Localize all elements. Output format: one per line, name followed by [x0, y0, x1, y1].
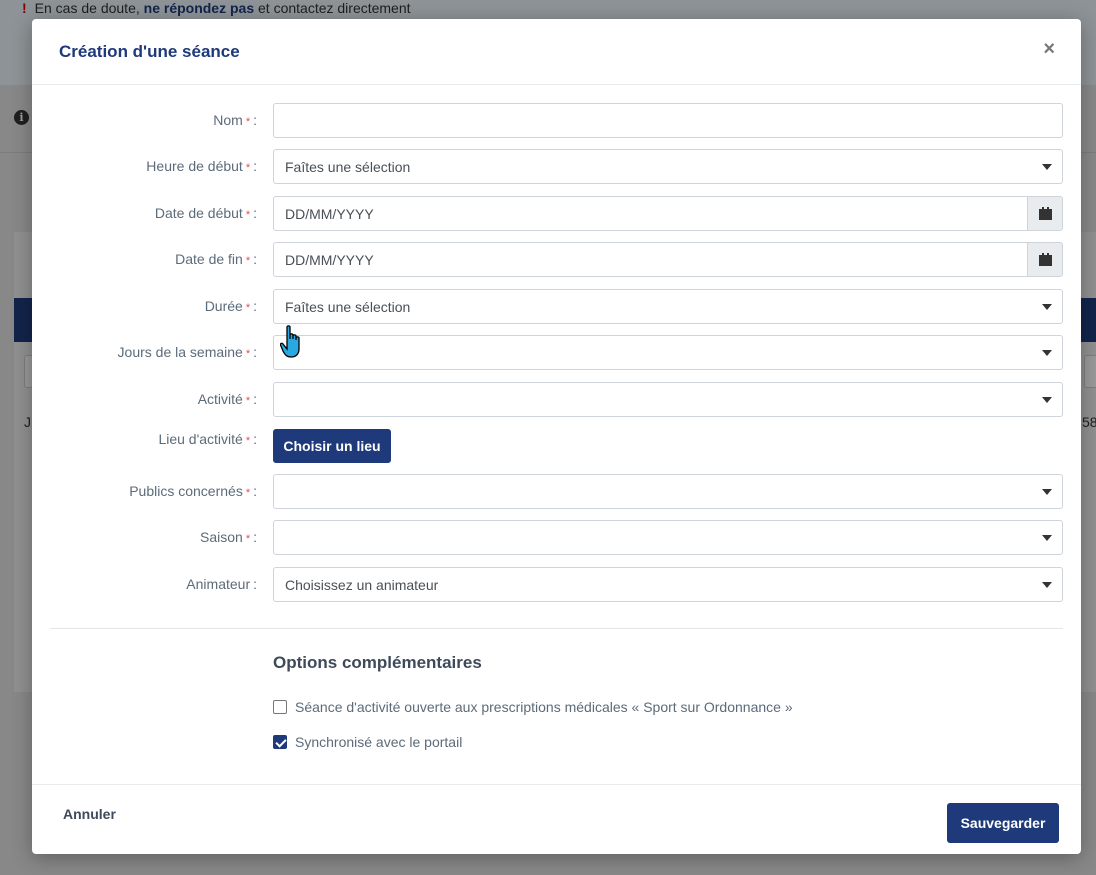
date-debut-placeholder: DD/MM/YYYY — [285, 206, 374, 222]
date-debut-input[interactable]: DD/MM/YYYY — [273, 196, 1028, 231]
form-row-heure-debut: Heure de début *: Faîtes une sélection — [32, 149, 1081, 184]
required-mark: * — [245, 435, 251, 447]
caret-down-icon — [1042, 350, 1052, 356]
save-button[interactable]: Sauvegarder — [947, 803, 1059, 843]
date-fin-input[interactable]: DD/MM/YYYY — [273, 242, 1028, 277]
required-mark: * — [245, 348, 251, 360]
field-label: Durée *: — [204, 298, 257, 314]
animateur-select[interactable]: Choisissez un animateur — [273, 567, 1063, 602]
choose-location-button[interactable]: Choisir un lieu — [273, 429, 391, 463]
calendar-icon — [1039, 207, 1052, 220]
label-text: Heure de début — [146, 158, 243, 174]
animateur-value: Choisissez un animateur — [285, 577, 439, 593]
field-label: Publics concernés *: — [129, 483, 257, 499]
form-row-duree: Durée *: Faîtes une sélection — [32, 289, 1081, 324]
sport-ordonnance-checkbox[interactable] — [273, 700, 287, 714]
create-session-modal: Création d'une séance × Nom *: Heure de d… — [32, 19, 1081, 854]
form-row-publics: Publics concernés *: — [32, 474, 1081, 509]
caret-down-icon — [1042, 397, 1052, 403]
label-text: Jours de la semaine — [117, 344, 243, 360]
heure-debut-value: Faîtes une sélection — [285, 159, 411, 175]
heure-debut-select[interactable]: Faîtes une sélection — [273, 149, 1063, 184]
date-debut-calendar-button[interactable] — [1027, 196, 1063, 231]
field-label: Lieu d'activité *: — [158, 431, 257, 447]
cancel-button[interactable]: Annuler — [63, 806, 116, 822]
field-label: Nom *: — [213, 112, 257, 128]
label-text: Publics concernés — [129, 483, 243, 499]
synchronise-checkbox[interactable] — [273, 735, 287, 749]
label-text: Nom — [213, 112, 243, 128]
close-icon[interactable]: × — [1043, 39, 1055, 59]
caret-down-icon — [1042, 582, 1052, 588]
label-text: Date de fin — [175, 251, 243, 267]
field-label: Heure de début *: — [146, 158, 257, 174]
jours-select[interactable] — [273, 335, 1063, 370]
field-label: Saison *: — [200, 529, 257, 545]
label-text: Animateur — [186, 576, 251, 592]
required-mark: * — [245, 533, 251, 545]
field-label: Date de fin *: — [175, 251, 257, 267]
form-row-activite: Activité *: — [32, 382, 1081, 417]
sport-ordonnance-label[interactable]: Séance d'activité ouverte aux prescripti… — [295, 699, 793, 715]
options-title: Options complémentaires — [273, 653, 482, 672]
field-label: Jours de la semaine *: — [117, 344, 257, 360]
date-fin-placeholder: DD/MM/YYYY — [285, 252, 374, 268]
form-row-saison: Saison *: — [32, 520, 1081, 555]
field-label: Activité *: — [197, 391, 257, 407]
calendar-icon — [1039, 253, 1052, 266]
form-row-jours: Jours de la semaine *: — [32, 335, 1081, 370]
caret-down-icon — [1042, 489, 1052, 495]
modal-title: Création d'une séance — [59, 42, 240, 61]
saison-select[interactable] — [273, 520, 1063, 555]
form-row-nom: Nom *: — [32, 103, 1081, 138]
activite-select[interactable] — [273, 382, 1063, 417]
caret-down-icon — [1042, 304, 1052, 310]
label-text: Activité — [197, 391, 243, 407]
required-mark: * — [245, 209, 251, 221]
required-mark: * — [245, 395, 251, 407]
label-text: Lieu d'activité — [158, 431, 243, 447]
required-mark: * — [245, 302, 251, 314]
duree-value: Faîtes une sélection — [285, 299, 411, 315]
field-label: Animateur: — [186, 576, 257, 592]
form-row-animateur: Animateur: Choisissez un animateur — [32, 567, 1081, 602]
label-text: Durée — [204, 298, 243, 314]
date-fin-calendar-button[interactable] — [1027, 242, 1063, 277]
synchronise-label[interactable]: Synchronisé avec le portail — [295, 734, 462, 750]
section-divider — [50, 628, 1063, 629]
modal-header: Création d'une séance × — [32, 19, 1081, 85]
modal-footer: Annuler Sauvegarder — [32, 784, 1081, 854]
caret-down-icon — [1042, 535, 1052, 541]
duree-select[interactable]: Faîtes une sélection — [273, 289, 1063, 324]
form-row-lieu: Lieu d'activité *: Choisir un lieu — [32, 428, 1081, 463]
required-mark: * — [245, 487, 251, 499]
field-label: Date de début *: — [154, 205, 257, 221]
form-row-date-fin: Date de fin *: DD/MM/YYYY — [32, 242, 1081, 277]
label-text: Date de début — [154, 205, 243, 221]
required-mark: * — [245, 116, 251, 128]
publics-select[interactable] — [273, 474, 1063, 509]
hand-pointer-cursor — [280, 325, 300, 358]
caret-down-icon — [1042, 164, 1052, 170]
required-mark: * — [245, 162, 251, 174]
required-mark: * — [245, 255, 251, 267]
form-row-date-debut: Date de début *: DD/MM/YYYY — [32, 196, 1081, 231]
nom-input[interactable] — [273, 103, 1063, 138]
label-text: Saison — [200, 529, 243, 545]
